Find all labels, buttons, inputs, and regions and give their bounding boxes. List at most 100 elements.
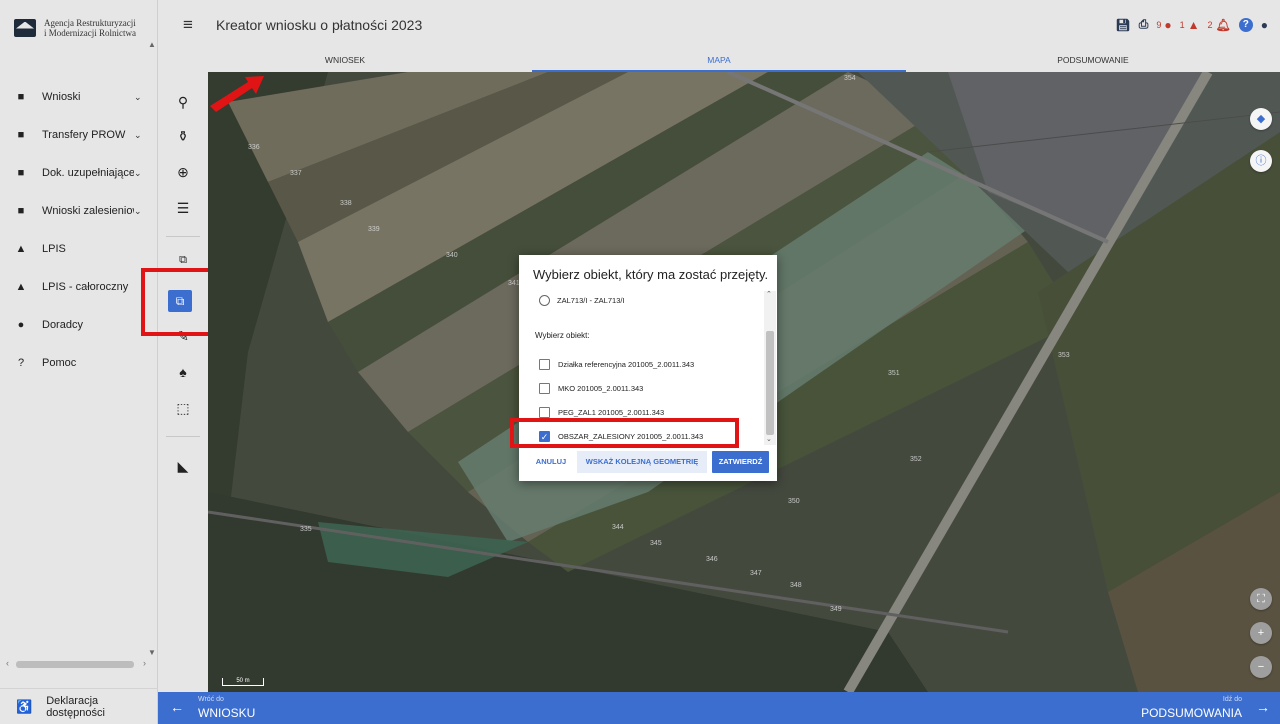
parcel-label: 340: [446, 252, 458, 259]
chevron-down-icon[interactable]: ⌄: [134, 168, 146, 179]
tab-bar: WNIOSEK MAPA PODSUMOWANIE: [158, 50, 1280, 72]
sidebar-scroll-up-icon[interactable]: ▲: [148, 40, 156, 49]
help-icon[interactable]: ?: [1238, 17, 1253, 32]
trees-icon[interactable]: ♠: [158, 364, 208, 380]
hamburger-menu-icon[interactable]: ≡: [168, 15, 208, 35]
sidebar-item-label: Doradcy: [42, 319, 83, 331]
back-caption: Wróć do: [198, 696, 224, 703]
scrollbar-thumb[interactable]: [766, 331, 774, 435]
sidebar-item-dok-uzupelniajace[interactable]: ■ Dok. uzupełniające ⌄: [0, 154, 146, 192]
checkbox-option-label: Działka referencyjna 201005_2.0011.343: [558, 360, 695, 369]
parcel-label: 336: [248, 144, 260, 151]
parcel-label: 353: [1058, 352, 1070, 359]
sidebar-item-lpis-caloroczny[interactable]: ▲ LPIS - całoroczny: [0, 268, 146, 306]
sidebar-item-transfery-prow[interactable]: ■ Transfery PROW ⌄: [0, 116, 146, 154]
logo[interactable]: Agencja Restrukturyzacji i Modernizacji …: [0, 0, 158, 55]
tab-wniosek[interactable]: WNIOSEK: [158, 50, 532, 72]
sidebar-item-label: LPIS: [42, 243, 66, 255]
print-icon[interactable]: ⎙: [1139, 17, 1149, 32]
checkbox-option[interactable]: Działka referencyjna 201005_2.0011.343: [539, 359, 694, 370]
sidebar-item-label: Transfery PROW: [42, 129, 126, 141]
sidebar-scroll-down-icon[interactable]: ▼: [148, 648, 156, 657]
forward-button[interactable]: PODSUMOWANIA: [1141, 706, 1242, 720]
search-icon[interactable]: ⚲: [158, 94, 208, 111]
select-area-icon[interactable]: ⬚: [158, 400, 208, 417]
bell-icon[interactable]: 🔔︎: [1216, 18, 1231, 32]
arrow-left-icon[interactable]: ←: [170, 699, 184, 715]
sidebar-item-pomoc[interactable]: ? Pomoc: [0, 344, 146, 382]
forward-caption: Idź do: [1222, 696, 1242, 703]
sidebar-item-wnioski[interactable]: ■ Wnioski ⌄: [0, 78, 146, 116]
parcel-label: 345: [650, 540, 662, 547]
fullscreen-icon[interactable]: ⛶: [1250, 588, 1272, 610]
locate-icon[interactable]: ⊕: [158, 164, 208, 181]
zoom-in-icon[interactable]: +: [1250, 622, 1272, 644]
sidebar-item-label: Wnioski zalesieniowe: [42, 205, 134, 217]
arimr-logo-icon: [14, 18, 36, 37]
info-icon[interactable]: ⓘ: [1250, 150, 1272, 172]
sidebar-item-wnioski-zalesieniowe[interactable]: ■ Wnioski zalesieniowe ⌄: [0, 192, 146, 230]
dialog-scrollbar[interactable]: ⌃ ⌄: [764, 291, 776, 445]
parcel-label: 335: [300, 526, 312, 533]
zoom-out-icon[interactable]: −: [1250, 656, 1272, 678]
arrow-right-icon[interactable]: →: [1256, 699, 1270, 715]
parcel-label: 344: [612, 524, 624, 531]
chevron-down-icon[interactable]: ⌄: [134, 92, 146, 103]
document-icon: ■: [17, 91, 25, 103]
parcel-label: 350: [788, 498, 800, 505]
warning-icon[interactable]: ▲: [1188, 18, 1200, 32]
scroll-down-icon[interactable]: ⌄: [766, 435, 772, 443]
back-button[interactable]: WNIOSKU: [198, 706, 255, 720]
mountain-icon: ▲: [15, 281, 27, 293]
checkbox[interactable]: [539, 407, 550, 418]
sidebar-item-label: LPIS - całoroczny: [42, 281, 129, 293]
sidebar-horizontal-scrollbar[interactable]: ‹ ›: [4, 658, 148, 670]
sidebar-item-label: Pomoc: [42, 357, 77, 369]
sidebar-item-doradcy[interactable]: ● Doradcy: [0, 306, 146, 344]
checkbox[interactable]: [539, 359, 550, 370]
toolbar-divider: [166, 436, 200, 437]
document-icon: ■: [17, 129, 25, 141]
scroll-left-icon[interactable]: ‹: [6, 658, 9, 668]
measure-icon[interactable]: ◣: [158, 458, 208, 475]
chevron-down-icon[interactable]: ⌄: [134, 206, 146, 217]
parcel-label: 351: [888, 370, 900, 377]
parcel-label: 354: [844, 75, 856, 82]
checkbox-option-label: MKO 201005_2.0011.343: [558, 384, 644, 393]
scrollbar-thumb[interactable]: [16, 661, 134, 668]
checkbox-option[interactable]: MKO 201005_2.0011.343: [539, 383, 643, 394]
mountain-icon: ▲: [15, 243, 27, 255]
tab-mapa[interactable]: MAPA: [532, 50, 906, 72]
confirm-button[interactable]: ZATWIERDŹ: [712, 451, 769, 473]
radio-button[interactable]: [539, 295, 550, 306]
tab-podsumowanie[interactable]: PODSUMOWANIE: [906, 50, 1280, 72]
parcel-label: 347: [750, 570, 762, 577]
user-icon[interactable]: ●: [1261, 18, 1268, 32]
sidebar-item-label: Wnioski: [42, 91, 81, 103]
scroll-up-icon[interactable]: ⌃: [766, 290, 772, 298]
sidebar-item-lpis[interactable]: ▲ LPIS: [0, 230, 146, 268]
highlight-box-tool: [141, 268, 214, 336]
layers-icon[interactable]: ◆: [1250, 108, 1272, 130]
cancel-button[interactable]: ANULUJ: [529, 451, 573, 473]
list-icon[interactable]: ☰: [158, 200, 208, 217]
radio-option[interactable]: ZAL713/I - ZAL713/I: [539, 295, 625, 306]
top-bar: ≡ Kreator wniosku o płatności 2023 💾︎ ⎙ …: [158, 0, 1280, 50]
accessibility-label: Deklaracja dostępności: [46, 694, 105, 719]
dialog-title: Wybierz obiekt, który ma zostać przejęty…: [533, 267, 769, 282]
error-icon[interactable]: ●: [1164, 18, 1171, 32]
checkbox-option[interactable]: PEG_ZAL1 201005_2.0011.343: [539, 407, 664, 418]
sidebar-item-label: Dok. uzupełniające: [42, 167, 134, 179]
errors-count: 9: [1156, 19, 1162, 30]
save-icon[interactable]: 💾︎: [1115, 18, 1130, 32]
next-geometry-button[interactable]: WSKAŻ KOLEJNĄ GEOMETRIĘ: [577, 451, 707, 473]
copy-geometry-icon[interactable]: ⧉: [158, 254, 208, 267]
pin-icon[interactable]: ⚱: [158, 128, 208, 145]
checkbox[interactable]: [539, 383, 550, 394]
scroll-right-icon[interactable]: ›: [143, 658, 146, 668]
parcel-label: 352: [910, 456, 922, 463]
accessibility-declaration-link[interactable]: ♿ Deklaracja dostępności: [0, 688, 158, 724]
chevron-down-icon[interactable]: ⌄: [134, 130, 146, 141]
radio-option-label: ZAL713/I - ZAL713/I: [557, 296, 625, 305]
document-icon: ■: [17, 167, 25, 179]
